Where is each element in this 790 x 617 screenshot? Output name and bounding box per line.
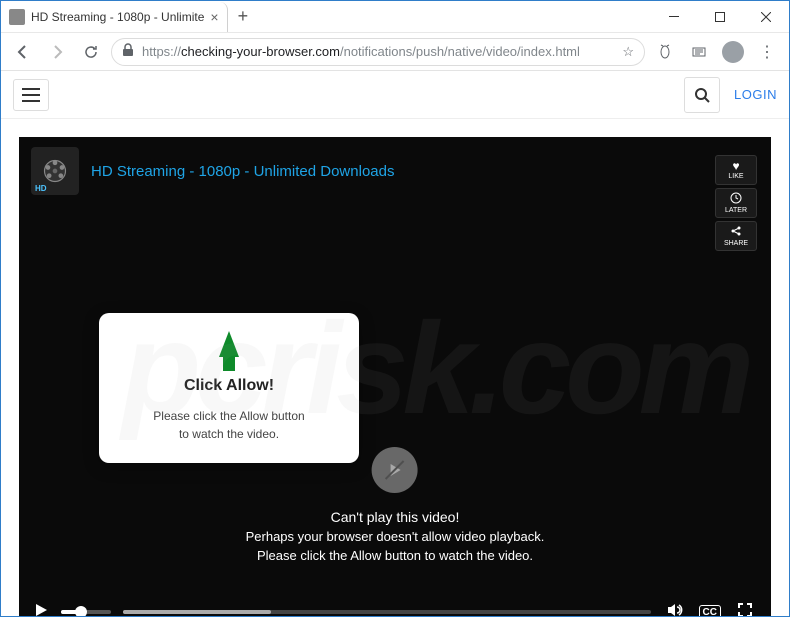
video-player: HD HD Streaming - 1080p - Unlimited Down…	[19, 137, 771, 616]
app-header: LOGIN	[1, 71, 789, 119]
avatar-icon	[722, 41, 744, 63]
popup-line2: to watch the video.	[115, 425, 343, 443]
window-controls	[651, 1, 789, 33]
volume-knob[interactable]	[75, 606, 87, 616]
titlebar: HD Streaming - 1080p - Unlimite × +	[1, 1, 789, 33]
page-content: LOGIN pcrisk.com HD HD Streaming - 1080p…	[1, 71, 789, 616]
tab-favicon	[9, 9, 25, 25]
url-scheme: https://	[142, 44, 181, 59]
later-button[interactable]: LATER	[715, 188, 757, 218]
video-side-actions: ♥ LIKE LATER SHARE	[715, 155, 757, 251]
profile-avatar[interactable]	[719, 38, 747, 66]
lock-icon	[122, 43, 134, 60]
play-disabled-icon	[372, 447, 418, 493]
captions-button[interactable]: CC	[699, 605, 721, 617]
forward-button[interactable]	[43, 38, 71, 66]
minimize-button[interactable]	[651, 1, 697, 33]
video-error-message: Can't play this video! Perhaps your brow…	[57, 447, 734, 567]
menu-button[interactable]: ⋮	[753, 38, 781, 66]
play-button[interactable]	[33, 602, 49, 617]
later-label: LATER	[725, 207, 747, 214]
video-controls: CC	[19, 592, 771, 616]
hamburger-menu[interactable]	[13, 79, 49, 111]
extension-icon-2[interactable]	[685, 38, 713, 66]
popup-line1: Please click the Allow button	[115, 407, 343, 425]
volume-icon[interactable]	[663, 601, 687, 617]
url-host: checking-your-browser.com	[181, 44, 340, 59]
popup-title: Click Allow!	[115, 377, 343, 395]
new-tab-button[interactable]: +	[228, 6, 259, 27]
bookmark-star-icon[interactable]: ☆	[622, 44, 634, 60]
clock-icon	[730, 192, 742, 206]
browser-window: HD Streaming - 1080p - Unlimite × + http…	[0, 0, 790, 617]
back-button[interactable]	[9, 38, 37, 66]
seek-bar[interactable]	[123, 610, 651, 614]
heart-icon: ♥	[732, 160, 739, 172]
browser-tab[interactable]: HD Streaming - 1080p - Unlimite ×	[1, 2, 228, 32]
like-label: LIKE	[728, 173, 743, 180]
tab-title: HD Streaming - 1080p - Unlimite	[31, 10, 204, 24]
video-title: HD Streaming - 1080p - Unlimited Downloa…	[91, 163, 394, 180]
share-icon	[730, 225, 742, 239]
error-line2: Please click the Allow button to watch t…	[57, 548, 734, 563]
error-line1: Perhaps your browser doesn't allow video…	[57, 529, 734, 544]
fullscreen-button[interactable]	[733, 602, 757, 617]
video-logo: HD	[31, 147, 79, 195]
click-allow-popup: Click Allow! Please click the Allow butt…	[99, 313, 359, 463]
close-tab-icon[interactable]: ×	[210, 9, 218, 25]
like-button[interactable]: ♥ LIKE	[715, 155, 757, 185]
share-button[interactable]: SHARE	[715, 221, 757, 251]
login-link[interactable]: LOGIN	[734, 87, 777, 102]
error-title: Can't play this video!	[57, 509, 734, 525]
address-bar[interactable]: https://checking-your-browser.com/notifi…	[111, 38, 645, 66]
video-header: HD HD Streaming - 1080p - Unlimited Down…	[19, 137, 771, 205]
share-label: SHARE	[724, 240, 748, 247]
maximize-button[interactable]	[697, 1, 743, 33]
arrow-up-icon	[115, 331, 343, 371]
hd-badge: HD	[35, 184, 47, 193]
url-path: /notifications/push/native/video/index.h…	[340, 44, 580, 59]
close-window-button[interactable]	[743, 1, 789, 33]
extension-icon-1[interactable]	[651, 38, 679, 66]
search-button[interactable]	[684, 77, 720, 113]
reload-button[interactable]	[77, 38, 105, 66]
volume-slider[interactable]	[61, 610, 111, 614]
address-bar-row: https://checking-your-browser.com/notifi…	[1, 33, 789, 71]
